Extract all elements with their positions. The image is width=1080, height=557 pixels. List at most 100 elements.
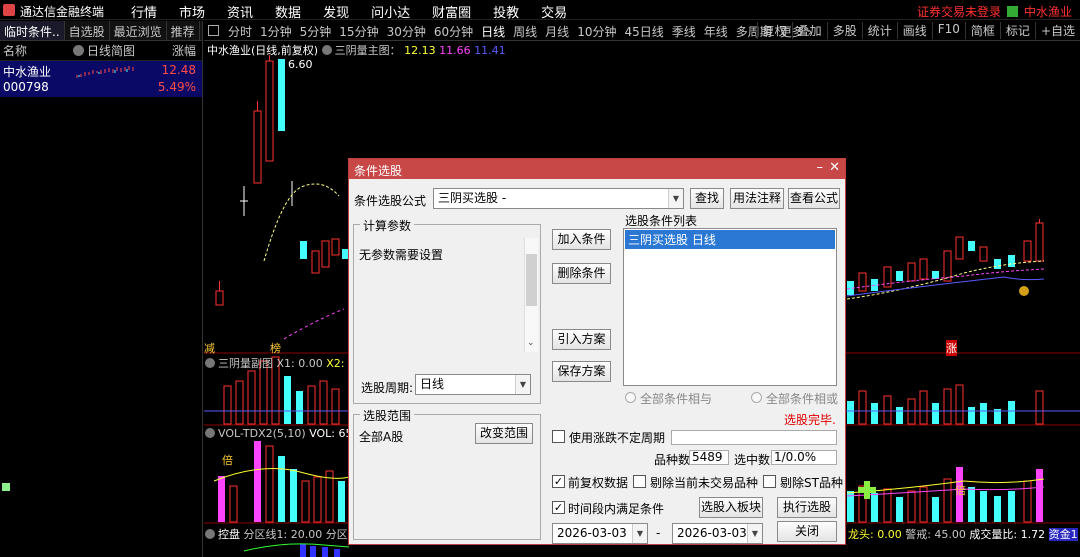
sub3-jingjie: 警戒: 45.00 xyxy=(905,528,966,541)
stock-change: 5.49% xyxy=(157,80,196,94)
period-weekly[interactable]: 周线 xyxy=(509,23,541,40)
uncertain-period-input[interactable] xyxy=(671,430,837,445)
period-5min[interactable]: 5分钟 xyxy=(296,23,336,40)
dialog-titlebar[interactable]: 条件选股 – ✕ xyxy=(349,159,845,179)
tab-watchlist[interactable]: 自选股 xyxy=(65,21,110,40)
mark-jian: 减 xyxy=(204,342,215,355)
scrollbar-thumb[interactable] xyxy=(526,254,537,306)
selected-label: 选中数 xyxy=(734,453,771,467)
time-range-checkbox[interactable]: ✓ xyxy=(552,501,565,514)
minimize-icon[interactable]: – xyxy=(817,160,824,175)
condition-list-item[interactable]: 三阴买选股 日线 xyxy=(625,230,835,249)
save-scheme-button[interactable]: 保存方案 xyxy=(552,361,611,382)
sub2-settings-icon[interactable] xyxy=(205,428,215,438)
period-1min[interactable]: 1分钟 xyxy=(256,23,296,40)
date-from-picker[interactable]: 2026-03-03 ▼ xyxy=(552,523,648,544)
period-10min[interactable]: 10分钟 xyxy=(573,23,620,40)
menu-shuju[interactable]: 数据 xyxy=(264,2,312,21)
panel-toggle-icon[interactable] xyxy=(208,25,219,36)
period-daily[interactable]: 日线 xyxy=(477,23,509,40)
tool-draw[interactable]: 画线 xyxy=(896,22,932,39)
menu-hangqing[interactable]: 行情 xyxy=(120,2,168,21)
coin-bag-icon xyxy=(1019,286,1029,296)
login-status-text[interactable]: 证券交易未登录 xyxy=(917,3,1001,20)
condition-list-title: 选股条件列表 xyxy=(625,214,698,228)
period-quarterly[interactable]: 季线 xyxy=(668,23,700,40)
import-scheme-button[interactable]: 引入方案 xyxy=(552,329,611,350)
menu-zixun[interactable]: 资讯 xyxy=(216,2,264,21)
period-45day[interactable]: 45日线 xyxy=(620,23,667,40)
close-button[interactable]: 关闭 xyxy=(777,521,837,542)
sub2-title[interactable]: VOL-TDX2(5,10) xyxy=(218,427,306,440)
tab-recent[interactable]: 最近浏览 xyxy=(110,21,167,40)
tool-mark[interactable]: 标记 xyxy=(999,22,1035,39)
date-separator: - xyxy=(656,526,661,540)
tool-statistics[interactable]: 统计 xyxy=(861,22,897,39)
left-panel: 临时条件.. 自选股 最近浏览 推荐 名称 日线简图 涨幅 中水渔业 00079… xyxy=(0,21,203,557)
sub3-volume-ratio: 成交量比: 1.72 xyxy=(969,528,1046,541)
to-block-button[interactable]: 选股入板块 xyxy=(699,497,763,518)
indicator-settings-icon[interactable] xyxy=(321,45,332,55)
sub3-val: 分区线1: 20.00 xyxy=(243,528,323,541)
period-30min[interactable]: 30分钟 xyxy=(383,23,430,40)
mini-chart xyxy=(76,66,134,78)
menu-shichang[interactable]: 市场 xyxy=(168,2,216,21)
add-condition-button[interactable]: 加入条件 xyxy=(552,229,611,250)
find-button[interactable]: 查找 xyxy=(690,188,724,209)
tool-multi-stock[interactable]: 多股 xyxy=(826,22,862,39)
menu-faxian[interactable]: 发现 xyxy=(312,2,360,21)
header-name[interactable]: 名称 xyxy=(3,42,27,59)
radio-or[interactable] xyxy=(751,392,762,403)
view-formula-button[interactable]: 查看公式 xyxy=(788,188,840,209)
radio-or-label: 全部条件相或 xyxy=(766,392,839,406)
header-mini-chart[interactable]: 日线简图 xyxy=(73,42,135,59)
header-mini-chart-label: 日线简图 xyxy=(87,44,136,58)
period-fenshi[interactable]: 分时 xyxy=(224,23,256,40)
change-scope-button[interactable]: 改变范围 xyxy=(475,423,533,444)
period-tabs: 分时 1分钟 5分钟 15分钟 30分钟 60分钟 日线 周线 月线 10分钟 … xyxy=(224,23,816,40)
usage-note-button[interactable]: 用法注释 xyxy=(730,188,784,209)
execute-button[interactable]: 执行选股 xyxy=(777,497,837,518)
chevron-down-icon: ▼ xyxy=(668,189,683,208)
tab-temp-condition[interactable]: 临时条件.. xyxy=(0,21,65,40)
params-scrollbar[interactable]: ⌄ xyxy=(524,238,538,352)
menu-toujiao[interactable]: 投教 xyxy=(482,2,530,21)
period-monthly[interactable]: 月线 xyxy=(541,23,573,40)
tool-fuquan[interactable]: 复权 xyxy=(756,22,792,39)
period-select[interactable]: 日线 ▼ xyxy=(415,374,531,395)
main-indicator-name[interactable]: 三阴量主图： xyxy=(335,44,401,57)
status-square-icon xyxy=(1006,6,1018,17)
tool-simple-frame[interactable]: 简框 xyxy=(964,22,1000,39)
period-15min[interactable]: 15分钟 xyxy=(335,23,382,40)
uncertain-period-checkbox[interactable] xyxy=(552,430,565,443)
header-change[interactable]: 涨幅 xyxy=(172,42,196,59)
menu-wenxiaoda[interactable]: 问小达 xyxy=(360,2,421,21)
menu-caifuquan[interactable]: 财富圈 xyxy=(421,2,482,21)
delete-condition-button[interactable]: 删除条件 xyxy=(552,263,611,284)
tab-recommend[interactable]: 推荐 xyxy=(167,21,200,40)
sub3-title[interactable]: 控盘 xyxy=(218,528,240,541)
period-60min[interactable]: 60分钟 xyxy=(430,23,477,40)
tool-add-watchlist[interactable]: +自选 xyxy=(1034,22,1080,39)
formula-select-value: 三阴买选股 - xyxy=(438,191,507,205)
chevron-down-icon: ▼ xyxy=(747,524,762,543)
tool-f10[interactable]: F10 xyxy=(931,22,965,39)
prefq-checkbox[interactable]: ✓ xyxy=(552,475,565,488)
menu-jiaoyi[interactable]: 交易 xyxy=(530,2,578,21)
condition-list[interactable]: 三阴买选股 日线 xyxy=(623,228,837,386)
chevron-circle-icon xyxy=(73,45,84,56)
scroll-down-icon[interactable]: ⌄ xyxy=(527,338,535,348)
close-icon[interactable]: ✕ xyxy=(829,160,840,175)
sub1-title[interactable]: 三阴量副图 xyxy=(218,357,273,370)
radio-and[interactable] xyxy=(625,392,636,403)
tool-overlay[interactable]: 叠加 xyxy=(791,22,827,39)
period-yearly[interactable]: 年线 xyxy=(700,23,732,40)
exclude-untraded-checkbox[interactable] xyxy=(633,475,646,488)
date-to-picker[interactable]: 2026-03-03 ▼ xyxy=(672,523,763,544)
sub3-settings-icon[interactable] xyxy=(205,529,215,539)
stock-screening-dialog: 条件选股 – ✕ 条件选股公式 三阴买选股 - ▼ 查找 用法注释 查看公式 计… xyxy=(348,158,846,545)
sub1-settings-icon[interactable] xyxy=(205,358,215,368)
formula-select[interactable]: 三阴买选股 - ▼ xyxy=(433,188,684,209)
exclude-st-checkbox[interactable] xyxy=(763,475,776,488)
stock-row[interactable]: 中水渔业 000798 12.48 5.49% xyxy=(0,61,202,97)
